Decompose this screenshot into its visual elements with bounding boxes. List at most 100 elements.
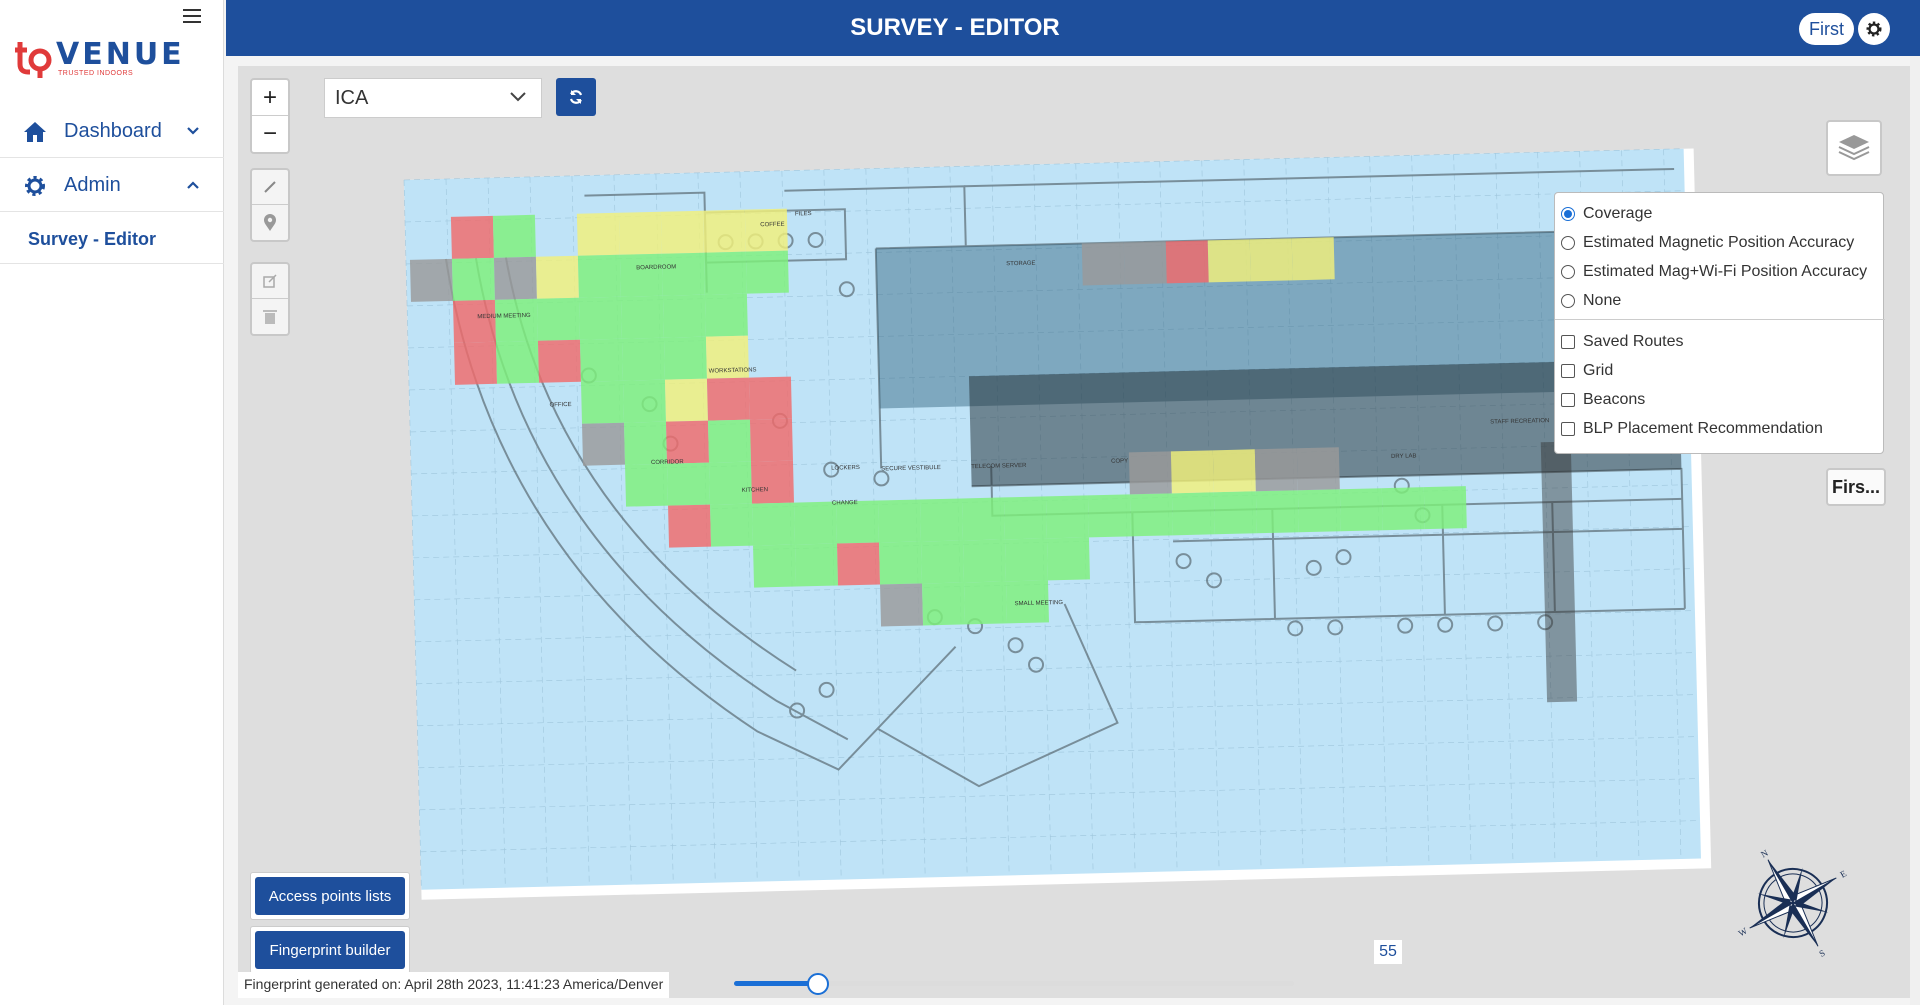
coverage-cell-good [1087, 494, 1131, 538]
layer-label: Beacons [1583, 390, 1646, 408]
coverage-cell-good [1339, 488, 1383, 532]
checkbox[interactable] [1561, 363, 1575, 378]
coverage-cell-good [621, 337, 665, 381]
fingerprint-builder-control: Fingerprint builder [250, 926, 410, 974]
checkbox[interactable] [1561, 392, 1575, 407]
layer-check-beacons[interactable]: Beacons [1561, 385, 1883, 414]
layer-label: Estimated Magnetic Position Accuracy [1583, 233, 1855, 251]
settings-button[interactable] [1858, 13, 1890, 45]
radio-button[interactable] [1561, 293, 1575, 308]
coverage-cell-good [580, 380, 624, 424]
layer-check-grid[interactable]: Grid [1561, 356, 1883, 385]
coverage-cell-good [1381, 487, 1425, 531]
layer-label: Estimated Mag+Wi-Fi Position Accuracy [1583, 262, 1868, 280]
sidebar-item-dashboard[interactable]: Dashboard [0, 106, 224, 158]
zoom-in-button[interactable]: + [252, 80, 288, 116]
coverage-cell-good [963, 581, 1008, 625]
coverage-cell-good [623, 421, 668, 465]
coverage-cell-good [1213, 491, 1257, 535]
menu-toggle-icon[interactable] [183, 9, 201, 23]
zoom-out-button[interactable]: − [252, 116, 288, 152]
room-label: COPY [1111, 458, 1128, 464]
coverage-cell-good [878, 541, 923, 585]
access-points-control: Access points lists [250, 872, 410, 920]
coverage-cell-fair [1291, 237, 1335, 281]
layer-label: Saved Routes [1583, 332, 1684, 350]
coverage-cell-fair [618, 211, 662, 255]
sidebar-item-admin[interactable]: Admin [0, 160, 224, 212]
edit-toolbar [250, 262, 290, 336]
fingerprint-builder-button[interactable]: Fingerprint builder [255, 931, 405, 969]
floor-selector-button[interactable]: Firs... [1826, 468, 1886, 506]
coverage-cell-none [1128, 451, 1172, 495]
coverage-cell-none [1254, 448, 1298, 492]
coverage-cell-fair [1212, 449, 1256, 493]
layer-radio-mag-wifi-accuracy[interactable]: Estimated Mag+Wi-Fi Position Accuracy [1561, 257, 1883, 286]
edit-button[interactable] [252, 264, 288, 299]
access-points-button[interactable]: Access points lists [255, 877, 405, 915]
coverage-cell-good [1004, 538, 1048, 582]
radio-button[interactable] [1561, 206, 1575, 221]
layer-radio-none[interactable]: None [1561, 286, 1883, 315]
coverage-cell-good [578, 296, 622, 340]
layer-radio-magnetic-accuracy[interactable]: Estimated Magnetic Position Accuracy [1561, 228, 1883, 257]
scrollbar[interactable] [1910, 56, 1920, 1005]
map-canvas[interactable]: BOARDROOM COFFEE FILES STORAGE MEDIUM MEETIN… [238, 66, 1910, 998]
coverage-cell-good [1045, 495, 1089, 539]
refresh-button[interactable] [556, 78, 596, 116]
coverage-cell-good [745, 250, 789, 294]
slider-thumb[interactable] [807, 973, 829, 995]
room-label: CORRIDOR [651, 459, 684, 466]
coverage-cell-good [753, 544, 797, 588]
coverage-cell-good [495, 340, 539, 384]
coverage-cell-good [877, 499, 921, 543]
room-label: BOARDROOM [636, 264, 676, 271]
checkbox[interactable] [1561, 334, 1575, 349]
chevron-down-icon [510, 92, 526, 102]
slider-value: 55 [1374, 940, 1402, 964]
radio-button[interactable] [1561, 264, 1575, 279]
layer-check-saved-routes[interactable]: Saved Routes [1561, 327, 1883, 356]
coverage-cell-good [577, 254, 621, 298]
coverage-cell-none [1123, 241, 1167, 285]
coverage-cell-poor [665, 420, 709, 464]
zoom-controls: + − [250, 78, 290, 154]
coverage-cell-none [880, 583, 924, 627]
brand-name: VENUE [56, 37, 185, 72]
layers-button[interactable] [1826, 120, 1882, 176]
room-label: WORKSTATIONS [709, 367, 757, 374]
coverage-cell-poor [749, 418, 793, 462]
radio-button[interactable] [1561, 235, 1575, 250]
coverage-cell-good [625, 463, 669, 507]
room-label: STORAGE [1006, 261, 1035, 268]
layers-panel: Coverage Estimated Magnetic Position Acc… [1554, 192, 1885, 454]
coverage-cell-good [1003, 496, 1047, 540]
venue-select[interactable]: ICA [324, 78, 542, 118]
user-menu-button[interactable]: First [1799, 13, 1854, 45]
coverage-cell-fair [744, 208, 788, 252]
coverage-cell-good [667, 462, 711, 506]
opacity-slider[interactable] [734, 972, 1294, 998]
coverage-cell-good [708, 461, 753, 505]
place-marker-button[interactable] [252, 205, 288, 240]
draw-line-button[interactable] [252, 170, 288, 205]
layer-check-blp-recommendation[interactable]: BLP Placement Recommendation [1561, 414, 1883, 443]
coverage-cell-fair [664, 378, 708, 422]
page-title: SURVEY - EDITOR [850, 14, 1060, 41]
coverage-cell-good [1297, 489, 1341, 533]
coverage-cell-good [793, 501, 838, 545]
line-icon [264, 181, 276, 193]
sidebar-subitem-survey-editor[interactable]: Survey - Editor [0, 216, 224, 264]
delete-button[interactable] [252, 299, 288, 334]
room-label: DRY LAB [1391, 453, 1417, 460]
room-label: FILES [795, 211, 812, 217]
coverage-cell-good [1046, 537, 1090, 581]
layer-radio-coverage[interactable]: Coverage [1561, 199, 1883, 228]
refresh-icon [569, 90, 583, 104]
coverage-cell-poor [706, 377, 750, 421]
coverage-cell-good [661, 252, 705, 296]
layers-icon [1838, 135, 1870, 161]
coverage-cell-good [703, 251, 747, 295]
coverage-cell-poor [750, 460, 794, 504]
checkbox[interactable] [1561, 421, 1575, 436]
